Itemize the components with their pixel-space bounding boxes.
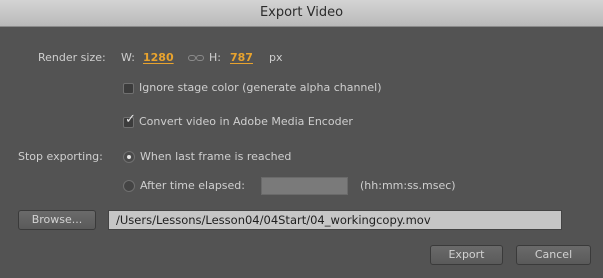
radio-time-elapsed[interactable] xyxy=(123,180,135,192)
stop-exporting-label: Stop exporting: xyxy=(18,150,103,163)
export-button[interactable]: Export xyxy=(430,245,503,265)
window-title: Export Video xyxy=(259,5,344,20)
radio-last-frame[interactable] xyxy=(123,151,135,163)
checkmark-icon: ✓ xyxy=(125,112,136,127)
width-value[interactable]: 1280 xyxy=(143,51,174,64)
convert-ame-checkbox[interactable]: ✓ xyxy=(123,113,136,128)
height-value[interactable]: 787 xyxy=(230,51,253,64)
radio-last-frame-label: When last frame is reached xyxy=(140,150,292,163)
radio-time-elapsed-label: After time elapsed: xyxy=(140,179,245,192)
render-size-label: Render size: xyxy=(38,51,106,64)
link-icon[interactable] xyxy=(188,54,204,62)
window-titlebar: Export Video xyxy=(0,0,603,27)
time-format-hint: (hh:mm:ss.msec) xyxy=(360,179,456,192)
time-elapsed-input[interactable] xyxy=(261,177,348,195)
convert-ame-label: Convert video in Adobe Media Encoder xyxy=(139,115,353,128)
unit-label: px xyxy=(269,51,283,64)
browse-button[interactable]: Browse... xyxy=(18,210,96,230)
ignore-stage-color-checkbox[interactable] xyxy=(123,83,134,94)
cancel-button[interactable]: Cancel xyxy=(516,245,591,265)
radio-selected-dot-icon xyxy=(127,155,131,159)
height-label: H: xyxy=(209,51,221,64)
width-label: W: xyxy=(121,51,135,64)
ignore-stage-color-label: Ignore stage color (generate alpha chann… xyxy=(139,81,382,94)
output-path-field[interactable]: /Users/Lessons/Lesson04/04Start/04_worki… xyxy=(108,210,562,230)
